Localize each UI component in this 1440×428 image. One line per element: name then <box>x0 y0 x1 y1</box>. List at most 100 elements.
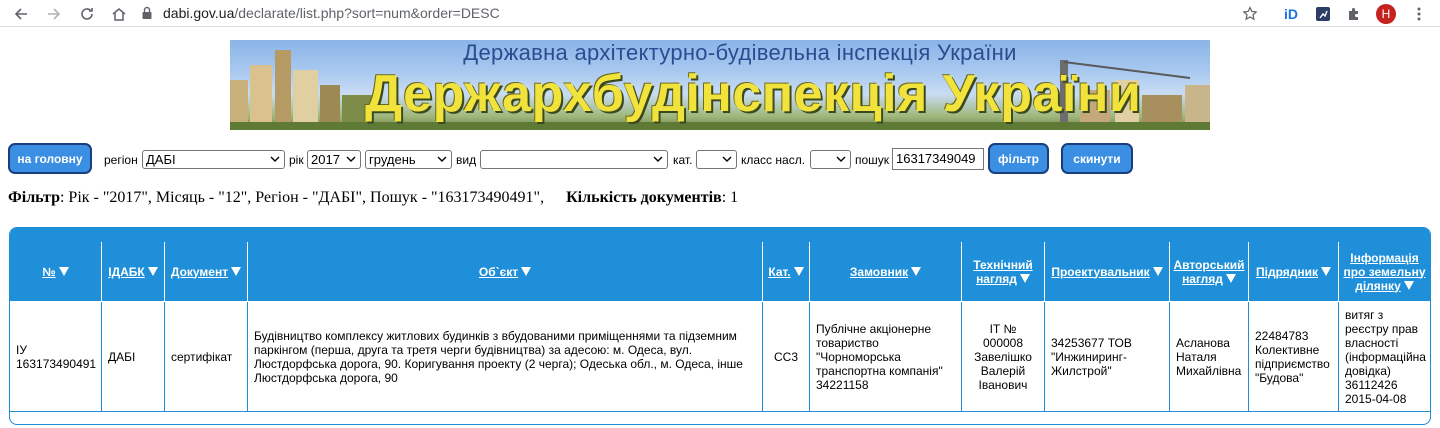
home-page-button[interactable]: на головну <box>8 143 92 174</box>
sort-link-land-info-3[interactable]: ділянку <box>1355 279 1401 293</box>
extension-id-button[interactable]: iD <box>1280 3 1302 25</box>
puzzle-icon <box>1349 8 1358 20</box>
cell-land-info: витяг з реєстру прав власності (інформац… <box>1338 302 1430 412</box>
chevron-down-icon <box>722 156 732 162</box>
col-header-object[interactable]: Об`єкт <box>247 242 762 302</box>
chevron-down-icon <box>653 156 663 162</box>
reload-button[interactable] <box>76 3 98 25</box>
sort-desc-icon <box>147 266 158 276</box>
col-header-category[interactable]: Кат. <box>762 242 809 302</box>
col-header-tech-supervision[interactable]: Технічний нагляд <box>961 242 1044 302</box>
region-label: регіон <box>104 153 138 167</box>
col-header-author-supervision[interactable]: Авторський нагляд <box>1169 242 1248 302</box>
chevron-down-icon <box>437 156 447 162</box>
sort-link-author-supervision-2[interactable]: нагляд <box>1182 272 1223 286</box>
cell-contractor: 22484783 Колективне підприємство "Будова… <box>1248 302 1338 412</box>
back-button[interactable] <box>10 3 32 25</box>
chevron-down-icon <box>270 156 280 162</box>
browser-toolbar: dabi.gov.ua/declarate/list.php?sort=num&… <box>0 0 1440 27</box>
cell-customer: Публічне акціонерне товариство "Чорномор… <box>809 302 961 412</box>
table-row: ІУ 163173490491 ДАБІ сертифікат Будівниц… <box>10 302 1430 412</box>
search-label: пошук <box>855 153 890 167</box>
class-label: класс насл. <box>741 153 806 167</box>
site-banner: Державна архітектурно-будівельна інспекц… <box>230 40 1210 130</box>
chevron-down-icon <box>836 156 846 162</box>
year-select-value: 2017 <box>311 152 340 167</box>
sort-desc-icon <box>1225 273 1236 283</box>
arrow-left-icon <box>14 8 27 20</box>
id-extension-icon: iD <box>1284 6 1298 22</box>
month-select[interactable]: грудень <box>365 150 452 169</box>
year-label: рік <box>289 153 304 167</box>
cell-idabk: ДАБІ <box>101 302 164 412</box>
region-select-value: ДАБІ <box>146 152 176 167</box>
sort-desc-icon <box>58 266 69 276</box>
reload-icon <box>81 8 93 20</box>
cell-object: Будівництво комплексу житлових будинків … <box>247 302 762 412</box>
region-select[interactable]: ДАБІ <box>142 150 285 169</box>
filter-summary: Фільтр: Рік - "2017", Місяць - "12", Рег… <box>8 189 738 207</box>
cell-designer: 34253677 ТОВ "Инжиниринг-Жилстрой" <box>1044 302 1169 412</box>
col-header-idabk[interactable]: ІДАБК <box>101 242 164 302</box>
category-select[interactable] <box>696 150 737 169</box>
url-path: /declarate/list.php?sort=num&order=DESC <box>234 5 500 21</box>
sort-desc-icon <box>793 266 804 276</box>
profile-avatar[interactable]: H <box>1375 3 1397 25</box>
category-label: кат. <box>673 153 693 167</box>
cell-tech-supervision: ІТ № 000008 Завелішко Валерій Іванович <box>961 302 1044 412</box>
col-header-num[interactable]: № <box>10 242 101 302</box>
url-host: dabi.gov.ua <box>163 5 235 21</box>
reset-button[interactable]: скинути <box>1061 143 1133 174</box>
col-header-designer[interactable]: Проектувальник <box>1044 242 1169 302</box>
table-top-bar <box>10 228 1430 242</box>
col-header-contractor[interactable]: Підрядник <box>1248 242 1338 302</box>
sort-desc-icon <box>911 266 922 276</box>
declarations-table: № ІДАБК Документ Об`єкт Кат. Замовник Те… <box>9 227 1431 425</box>
forward-button[interactable] <box>43 3 65 25</box>
filter-button[interactable]: фільтр <box>988 143 1049 174</box>
sort-link-idabk[interactable]: ІДАБК <box>108 265 145 279</box>
type-select[interactable] <box>480 150 668 169</box>
sort-link-land-info-2[interactable]: про земельну <box>1343 265 1425 279</box>
sort-link-designer[interactable]: Проектувальник <box>1051 265 1149 279</box>
extension-runner-button[interactable] <box>1312 3 1334 25</box>
star-icon <box>1242 6 1258 21</box>
lock-icon <box>142 6 152 19</box>
col-header-land-info[interactable]: Інформація про земельну ділянку <box>1338 242 1430 302</box>
class-select[interactable] <box>810 150 851 169</box>
chevron-down-icon <box>346 156 356 162</box>
search-input[interactable]: 16317349049 <box>892 148 984 170</box>
sort-link-customer[interactable]: Замовник <box>850 265 908 279</box>
filter-summary-label: Фільтр <box>8 189 60 206</box>
home-button[interactable] <box>108 3 130 25</box>
col-header-customer[interactable]: Замовник <box>809 242 961 302</box>
filter-bar: на головну регіон ДАБІ рік 2017 грудень … <box>0 143 1440 177</box>
extensions-button[interactable] <box>1343 3 1365 25</box>
banner-title: Держархбудінспекція України <box>365 65 1142 123</box>
sort-link-num[interactable]: № <box>42 265 55 279</box>
sort-link-category[interactable]: Кат. <box>768 265 790 279</box>
browser-menu-button[interactable] <box>1408 3 1430 25</box>
arrow-right-icon <box>48 8 61 20</box>
sort-link-land-info-1[interactable]: Інформація <box>1350 251 1419 265</box>
sort-desc-icon <box>1403 280 1414 290</box>
sort-desc-icon <box>1019 273 1030 283</box>
results-table: № ІДАБК Документ Об`єкт Кат. Замовник Те… <box>10 242 1430 412</box>
sort-link-object[interactable]: Об`єкт <box>479 265 518 279</box>
cell-category: СС3 <box>762 302 809 412</box>
year-select[interactable]: 2017 <box>307 150 361 169</box>
runner-extension-icon <box>1316 7 1330 21</box>
sort-link-document[interactable]: Документ <box>171 265 228 279</box>
address-bar[interactable]: dabi.gov.ua/declarate/list.php?sort=num&… <box>140 0 1270 26</box>
avatar: H <box>1376 4 1396 24</box>
bookmark-star-button[interactable] <box>1239 3 1261 25</box>
sort-link-author-supervision-1[interactable]: Авторський <box>1173 258 1244 272</box>
table-header-row: № ІДАБК Документ Об`єкт Кат. Замовник Те… <box>10 242 1430 302</box>
cell-document: сертифікат <box>164 302 247 412</box>
col-header-document[interactable]: Документ <box>164 242 247 302</box>
sort-link-tech-supervision-1[interactable]: Технічний <box>973 258 1032 272</box>
sort-link-contractor[interactable]: Підрядник <box>1256 265 1318 279</box>
sort-link-tech-supervision-2[interactable]: нагляд <box>976 272 1017 286</box>
sort-desc-icon <box>231 266 242 276</box>
filter-summary-text: : Рік - "2017", Місяць - "12", Регіон - … <box>59 189 545 206</box>
